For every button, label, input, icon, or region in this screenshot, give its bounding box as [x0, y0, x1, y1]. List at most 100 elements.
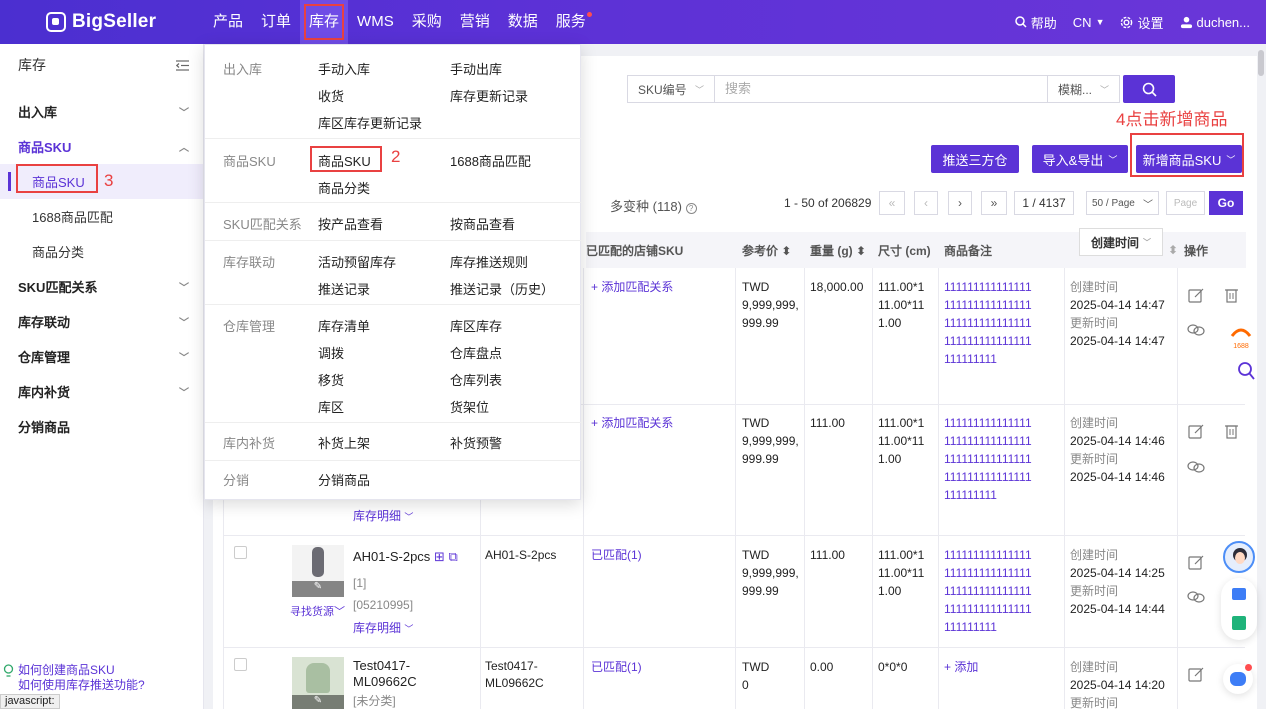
menu-link-move[interactable]: 移货 — [318, 370, 344, 389]
language-select[interactable]: CN ▼ — [1073, 15, 1105, 30]
message-icon[interactable] — [1232, 588, 1246, 600]
search-field-select[interactable]: SKU编号 ﹀ — [627, 75, 715, 103]
search-input[interactable]: 搜索 — [715, 75, 1048, 103]
per-page-select[interactable]: 50 / Page ﹀ — [1086, 191, 1159, 215]
product-thumbnail[interactable]: ✎ — [292, 657, 344, 709]
menu-link-stock-log[interactable]: 库存更新记录 — [450, 86, 528, 105]
help-link[interactable]: 帮助 — [1015, 13, 1057, 32]
link-icon[interactable] — [1187, 323, 1205, 340]
nav-item-data[interactable]: 数据 — [499, 0, 547, 44]
add-match-link[interactable]: + 添加匹配关系 — [591, 414, 673, 432]
menu-link-warehouse-list[interactable]: 仓库列表 — [450, 370, 502, 389]
nav-item-orders[interactable]: 订单 — [252, 0, 300, 44]
sidebar-section-stock-sync[interactable]: 库存联动 ﹀ — [0, 304, 203, 339]
delete-icon[interactable] — [1224, 423, 1239, 442]
user-menu[interactable]: duchen... — [1180, 15, 1250, 30]
menu-link-replenish-alert[interactable]: 补货预警 — [450, 433, 502, 452]
menu-link-push-history[interactable]: 推送记录（历史） — [450, 279, 554, 298]
sidebar-section-warehouse[interactable]: 仓库管理 ﹀ — [0, 339, 203, 374]
sort-field-select[interactable]: 创建时间 ﹀ — [1079, 228, 1163, 256]
product-thumbnail[interactable]: ✎ — [292, 545, 344, 597]
menu-link-receive[interactable]: 收货 — [318, 86, 344, 105]
help-link-create-sku[interactable]: 如何创建商品SKU — [18, 663, 145, 678]
edit-image-icon[interactable]: ✎ — [292, 695, 344, 709]
match-mode-select[interactable]: 模糊... ﹀ — [1048, 75, 1120, 103]
menu-link-by-item[interactable]: 按商品查看 — [450, 214, 515, 233]
last-page-button[interactable]: » — [981, 191, 1007, 215]
matched-link[interactable]: 已匹配(1) — [591, 658, 642, 676]
nav-item-wms[interactable]: WMS — [348, 0, 403, 44]
brand-logo[interactable]: BigSeller — [0, 11, 200, 33]
help-link-stock-push[interactable]: 如何使用库存推送功能? — [18, 678, 145, 693]
nav-item-inventory[interactable]: 库存 — [300, 0, 349, 44]
add-match-link[interactable]: + 添加匹配关系 — [591, 278, 673, 296]
edit-icon[interactable] — [1188, 554, 1205, 574]
1688-icon[interactable]: 1688 — [1226, 322, 1256, 352]
add-sku-button[interactable]: 新增商品SKU ﹀ — [1136, 145, 1242, 173]
push-3pl-button[interactable]: 推送三方仓 — [931, 145, 1019, 173]
note-cell[interactable]: 111111111111111 111111111111111 11111111… — [944, 414, 1032, 504]
menu-link-push-records[interactable]: 推送记录 — [318, 279, 370, 298]
note-cell[interactable]: 111111111111111 111111111111111 11111111… — [944, 278, 1032, 368]
menu-link-manual-outbound[interactable]: 手动出库 — [450, 59, 502, 78]
edit-icon[interactable] — [1188, 423, 1205, 443]
notebook-icon[interactable] — [1232, 616, 1246, 630]
prev-page-button[interactable]: ‹ — [914, 191, 938, 215]
nav-item-marketing[interactable]: 营销 — [451, 0, 499, 44]
stock-detail-link[interactable]: 库存明细 ﹀ — [353, 619, 413, 638]
page-input[interactable]: Page — [1166, 191, 1205, 215]
nav-item-products[interactable]: 产品 — [204, 0, 252, 44]
sidebar-section-product-sku[interactable]: 商品SKU ︿ — [0, 129, 203, 164]
edit-icon[interactable] — [1188, 666, 1205, 686]
sort-order-icon[interactable]: ⬍ — [1168, 243, 1178, 257]
nav-item-purchase[interactable]: 采购 — [403, 0, 451, 44]
link-icon[interactable] — [1187, 460, 1205, 477]
question-icon[interactable]: ? — [685, 203, 697, 214]
edit-image-icon[interactable]: ✎ — [292, 581, 344, 597]
go-button[interactable]: Go — [1209, 191, 1243, 215]
menu-link-distribution-products[interactable]: 分销商品 — [318, 470, 370, 489]
find-source-link[interactable]: 寻找货源﹀ — [290, 603, 345, 621]
sidebar-section-replenish[interactable]: 库内补货 ﹀ — [0, 374, 203, 409]
menu-link-reserved-stock[interactable]: 活动预留库存 — [318, 252, 396, 271]
row-checkbox[interactable] — [234, 546, 247, 559]
sidebar-section-sku-match[interactable]: SKU匹配关系 ﹀ — [0, 269, 203, 304]
menu-link-zone-stock[interactable]: 库区库存 — [450, 316, 502, 335]
note-cell[interactable]: 111111111111111 111111111111111 11111111… — [944, 546, 1032, 636]
menu-link-by-product[interactable]: 按产品查看 — [318, 214, 383, 233]
menu-link-1688-match[interactable]: 1688商品匹配 — [450, 151, 531, 170]
first-page-button[interactable]: « — [879, 191, 905, 215]
sidebar-section-inbound[interactable]: 出入库 ﹀ — [0, 94, 203, 129]
support-avatar[interactable] — [1223, 541, 1255, 573]
next-page-button[interactable]: › — [948, 191, 972, 215]
copy-icon[interactable]: ⧉ — [448, 549, 457, 564]
sidebar-item-1688-match[interactable]: 1688商品匹配 — [0, 199, 203, 234]
row-checkbox[interactable] — [234, 658, 247, 671]
add-note-link[interactable]: + 添加 — [944, 658, 978, 676]
search-button[interactable] — [1123, 75, 1175, 103]
delete-icon[interactable] — [1224, 287, 1239, 306]
menu-link-zone-stock-log[interactable]: 库区库存更新记录 — [318, 113, 422, 132]
sidebar-section-distribution[interactable]: 分销商品 — [0, 409, 203, 444]
menu-link-stock-list[interactable]: 库存清单 — [318, 316, 370, 335]
menu-link-shelf[interactable]: 货架位 — [450, 397, 489, 416]
col-ref-price[interactable]: 参考价 ⬍ — [742, 242, 791, 259]
edit-icon[interactable] — [1188, 287, 1205, 307]
settings-link[interactable]: 设置 — [1120, 13, 1164, 32]
nav-item-services[interactable]: 服务 — [547, 0, 595, 44]
search-float-icon[interactable] — [1237, 361, 1255, 384]
matched-link[interactable]: 已匹配(1) — [591, 546, 642, 564]
page-scrollbar[interactable] — [1258, 50, 1264, 76]
menu-link-putaway[interactable]: 补货上架 — [318, 433, 370, 452]
sidebar-item-product-category[interactable]: 商品分类 — [0, 234, 203, 269]
stock-detail-link[interactable]: 库存明细 ﹀ — [353, 507, 413, 526]
grid-icon[interactable]: ⊞ — [434, 549, 445, 564]
link-icon[interactable] — [1187, 590, 1205, 607]
col-weight[interactable]: 重量 (g) ⬍ — [810, 242, 866, 259]
menu-link-transfer[interactable]: 调拨 — [318, 343, 344, 362]
chatbot-icon[interactable] — [1223, 664, 1253, 694]
menu-link-product-category[interactable]: 商品分类 — [318, 178, 370, 197]
menu-link-manual-inbound[interactable]: 手动入库 — [318, 59, 370, 78]
menu-link-push-rules[interactable]: 库存推送规则 — [450, 252, 528, 271]
import-export-button[interactable]: 导入&导出 ﹀ — [1032, 145, 1128, 173]
